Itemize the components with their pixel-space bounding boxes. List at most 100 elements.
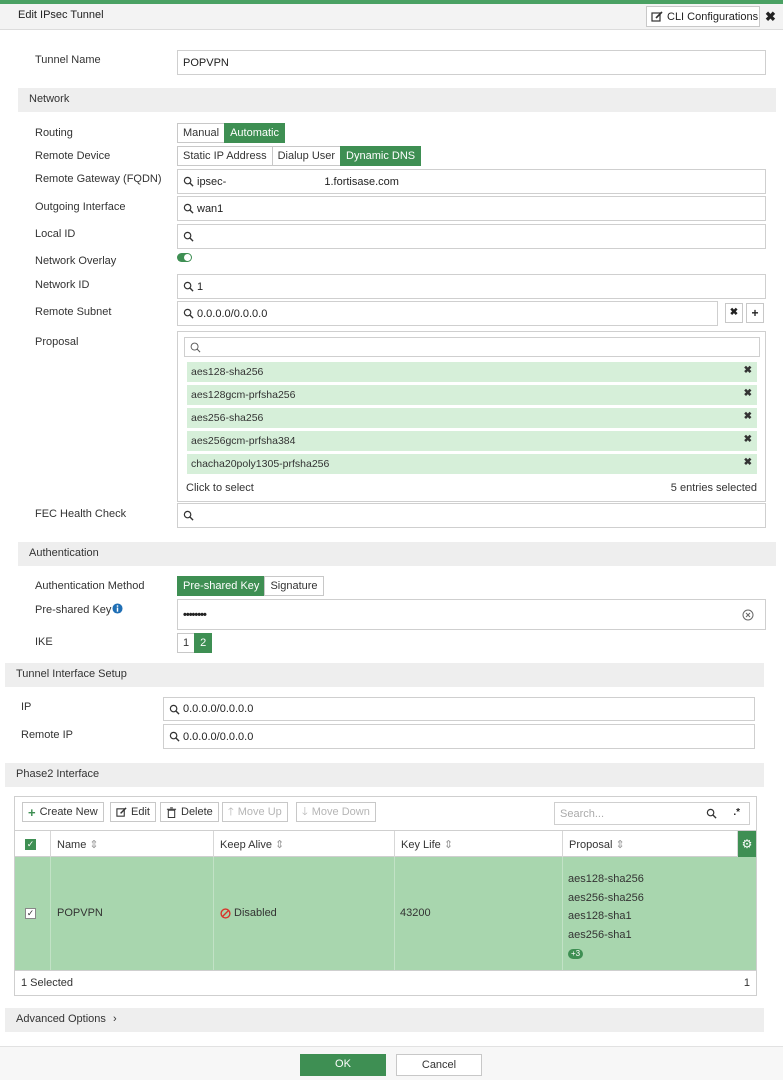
fec-health-check-input[interactable] [177, 503, 766, 528]
proposal-item-label: aes128gcm-prfsha256 [191, 389, 296, 401]
remote-device-label: Remote Device [35, 150, 111, 162]
remote-ip-input[interactable]: 0.0.0.0/0.0.0.0 [163, 724, 755, 749]
column-header-key-life[interactable]: Key Life ⇕ [395, 831, 563, 857]
remote-gateway-value-start: ipsec- [197, 175, 227, 188]
tunnel-interface-section-header: Tunnel Interface Setup [5, 663, 764, 687]
remove-icon[interactable]: ✖ [744, 457, 752, 468]
entries-selected-count: 5 entries selected [670, 482, 757, 494]
column-header-name[interactable]: Name ⇕ [51, 831, 214, 857]
advanced-search-icon[interactable]: .* [733, 807, 740, 818]
table-search-input[interactable]: Search... .* [554, 802, 750, 825]
ike-v1-option[interactable]: 1 [177, 633, 196, 653]
proposal-search-input[interactable] [184, 337, 760, 357]
remote-device-toggle: Static IP Address Dialup User Dynamic DN… [177, 146, 422, 166]
add-subnet-button[interactable]: + [746, 303, 764, 323]
proposal-label: Proposal [35, 336, 79, 348]
row-checkbox[interactable]: ✓ [25, 908, 36, 919]
sort-icon: ⇕ [443, 839, 454, 851]
remove-icon[interactable]: ✖ [744, 411, 752, 422]
table-search-placeholder: Search... [560, 807, 605, 820]
ok-button[interactable]: OK [300, 1054, 386, 1076]
search-icon [169, 731, 180, 742]
network-id-input[interactable]: 1 [177, 274, 766, 299]
remove-icon[interactable]: ✖ [744, 434, 752, 445]
chevron-right-icon: › [112, 1013, 117, 1025]
authentication-section-title: Authentication [29, 547, 99, 559]
column-header-keep-alive[interactable]: Keep Alive ⇕ [214, 831, 395, 857]
proposal-selector: aes128-sha256 ✖ aes128gcm-prfsha256 ✖ aes2… [177, 331, 766, 502]
remote-gateway-input[interactable]: ipsec- 1.fortisase.com [177, 169, 766, 194]
remote-ip-value: 0.0.0.0/0.0.0.0 [183, 730, 254, 743]
create-new-button[interactable]: + Create New [22, 802, 104, 822]
delete-button[interactable]: Delete [160, 802, 219, 822]
search-icon[interactable] [706, 808, 717, 819]
remove-icon[interactable]: ✖ [744, 388, 752, 399]
click-to-select-link[interactable]: Click to select [186, 482, 254, 494]
tunnel-name-label: Tunnel Name [35, 54, 101, 66]
proposal-item-label: aes128-sha256 [191, 366, 264, 378]
create-new-label: Create New [39, 806, 98, 818]
remote-subnet-label: Remote Subnet [35, 306, 112, 318]
cli-configurations-button[interactable]: CLI Configurations [646, 6, 760, 27]
edit-button[interactable]: Edit [110, 802, 156, 822]
remote-gateway-value-end: 1.fortisase.com [324, 175, 399, 188]
tunnel-name-input[interactable]: POPVPN [177, 50, 766, 75]
sort-icon: ⇕ [275, 839, 285, 851]
tunnel-name-value: POPVPN [183, 56, 229, 69]
routing-manual-option[interactable]: Manual [177, 123, 226, 143]
column-header-proposal[interactable]: Proposal ⇕ [563, 831, 738, 857]
search-icon [169, 704, 180, 715]
routing-label: Routing [35, 127, 73, 139]
plus-icon: + [28, 804, 36, 820]
close-icon[interactable]: ✖ [765, 9, 776, 25]
remote-subnet-input[interactable]: 0.0.0.0/0.0.0.0 [177, 301, 718, 326]
row-proposal-item: aes256-sha1 [568, 928, 632, 941]
routing-automatic-option[interactable]: Automatic [224, 123, 285, 143]
ip-input[interactable]: 0.0.0.0/0.0.0.0 [163, 697, 755, 721]
disabled-icon [220, 908, 231, 919]
info-icon[interactable] [112, 603, 123, 614]
auth-signature-option[interactable]: Signature [264, 576, 324, 596]
remote-device-ddns-option[interactable]: Dynamic DNS [340, 146, 422, 166]
outgoing-interface-input[interactable]: wan1 [177, 196, 766, 221]
ike-v2-option[interactable]: 2 [194, 633, 213, 653]
local-id-label: Local ID [35, 228, 76, 240]
total-count: 1 [743, 977, 750, 989]
remove-icon[interactable]: ✖ [744, 365, 752, 376]
trash-icon [166, 806, 177, 818]
column-header-keep-alive-label: Keep Alive [220, 839, 272, 851]
gear-icon[interactable]: ⚙ [738, 831, 756, 857]
row-proposal-item: aes256-sha256 [568, 891, 644, 904]
authentication-section-header: Authentication [18, 542, 776, 566]
outgoing-interface-value: wan1 [197, 202, 224, 215]
search-icon [183, 176, 194, 187]
psk-label: Pre-shared Key [35, 603, 123, 616]
cancel-button[interactable]: Cancel [396, 1054, 482, 1076]
clear-icon[interactable] [742, 609, 754, 621]
remove-subnet-button[interactable]: ✖ [725, 303, 743, 323]
network-overlay-label: Network Overlay [35, 255, 117, 267]
psk-label-text: Pre-shared Key [35, 604, 112, 616]
select-all-checkbox[interactable]: ✓ [25, 839, 36, 850]
advanced-options-header[interactable]: Advanced Options › [5, 1008, 764, 1032]
psk-input[interactable]: •••••••• [177, 599, 766, 630]
move-up-button[interactable]: 🡑 Move Up [222, 802, 288, 822]
proposal-item-label: chacha20poly1305-prfsha256 [191, 458, 330, 470]
sort-icon: ⇕ [89, 839, 99, 851]
more-proposals-badge[interactable]: +3 [568, 949, 584, 959]
auth-method-toggle: Pre-shared Key Signature [177, 576, 324, 596]
network-overlay-toggle[interactable] [177, 253, 192, 262]
edit-label: Edit [131, 806, 150, 818]
row-name: POPVPN [57, 907, 103, 919]
remote-device-dialup-option[interactable]: Dialup User [271, 146, 342, 166]
delete-label: Delete [181, 806, 213, 818]
network-id-value: 1 [197, 280, 204, 293]
move-down-button[interactable]: 🡓 Move Down [296, 802, 376, 822]
auth-psk-option[interactable]: Pre-shared Key [177, 576, 266, 596]
table-row[interactable]: ✓ POPVPN Disabled 43200 aes128-sha256 ae… [15, 857, 756, 970]
search-icon [183, 203, 194, 214]
remote-gateway-label: Remote Gateway (FQDN) [35, 173, 162, 185]
local-id-input[interactable] [177, 224, 766, 249]
move-up-label: Move Up [237, 806, 282, 818]
remote-device-static-option[interactable]: Static IP Address [177, 146, 273, 166]
